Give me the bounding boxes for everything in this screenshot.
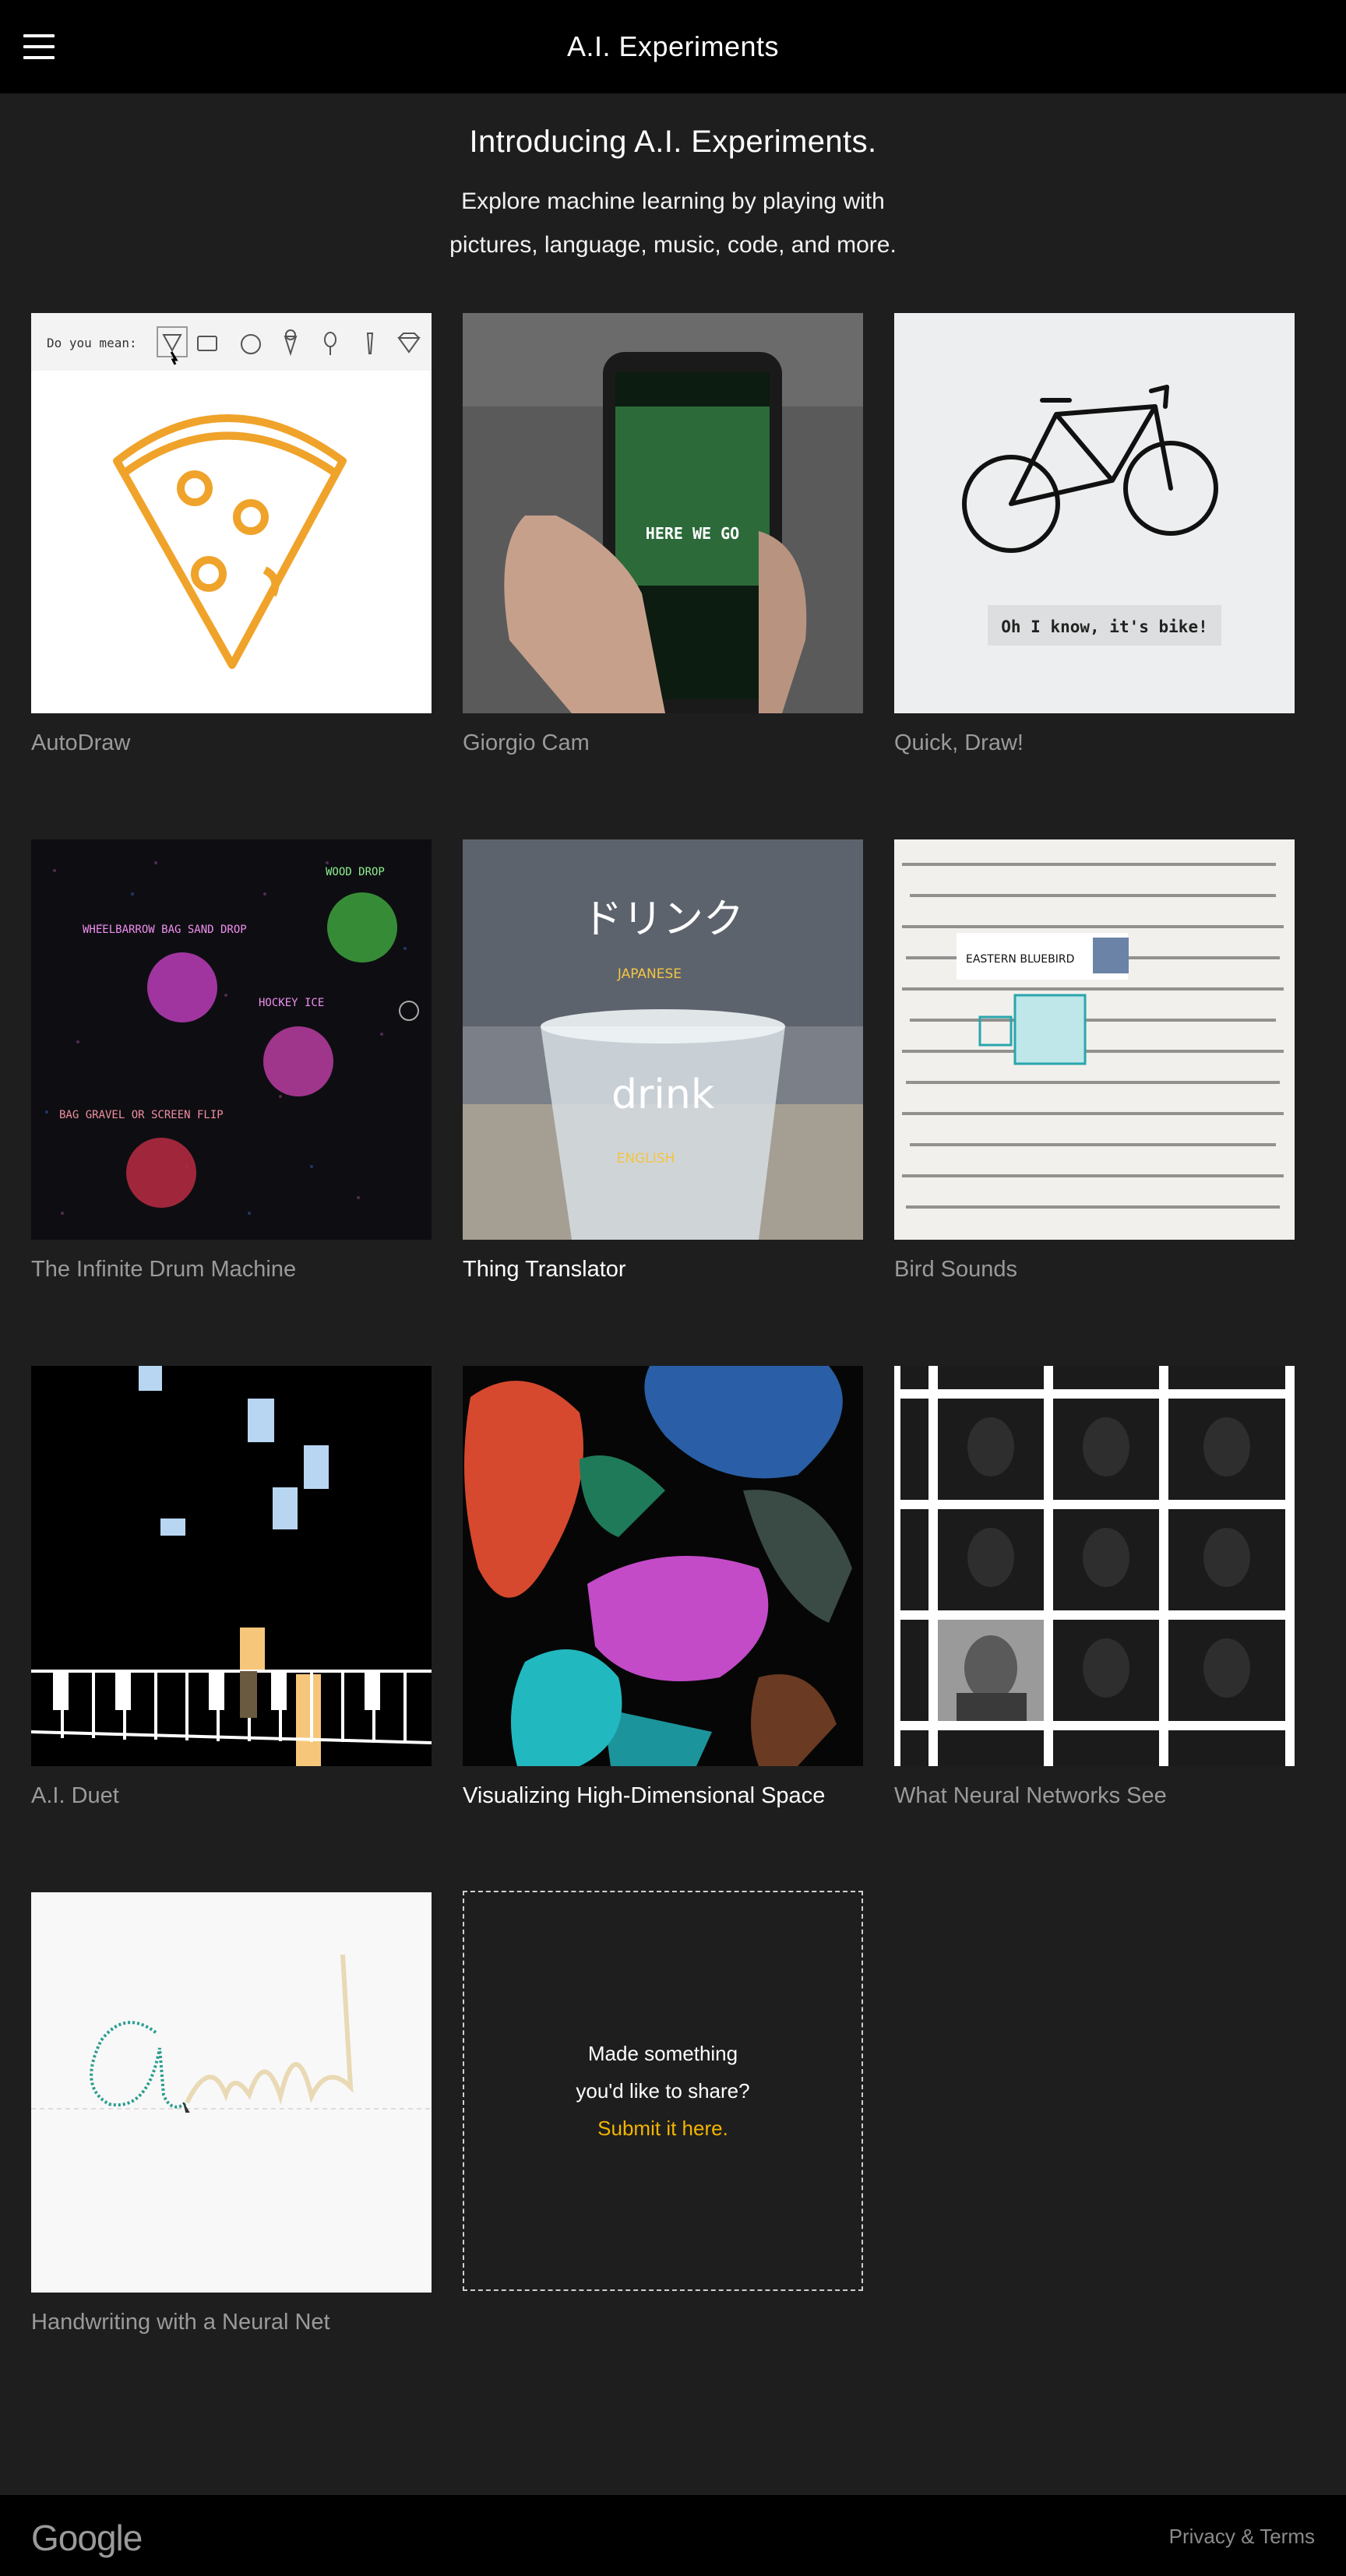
translator-word-jp: ドリンク [582,896,744,943]
experiment-card-what-neural-networks-see[interactable]: What Neural Networks See [894,1366,1295,1809]
submit-line-1: Made something [587,2042,738,2065]
experiment-card-bird-sounds[interactable]: EASTERN BLUEBIRD Bird Sounds [894,839,1295,1283]
submit-link[interactable]: Submit it here. [597,2110,728,2147]
hamburger-menu-icon[interactable] [23,34,55,59]
experiment-card-autodraw[interactable]: Do you mean: AutoDraw [31,313,432,756]
drum-label: BAG GRAVEL OR SCREEN FLIP [59,1109,224,1121]
high-dimensional-space-thumbnail [463,1366,863,1766]
autodraw-prompt: Do you mean: [47,336,137,350]
experiment-card-thing-translator[interactable]: ドリンク JAPANESE drink ENGLISH Thing Transl… [463,839,863,1283]
experiment-title[interactable]: Visualizing High-Dimensional Space [463,1783,863,1809]
bird-sounds-thumbnail: EASTERN BLUEBIRD [894,839,1295,1240]
quick-draw-thumbnail: Oh I know, it's bike! [894,313,1295,713]
experiment-title[interactable]: AutoDraw [31,730,432,756]
autodraw-thumbnail: Do you mean: [31,313,432,713]
experiment-title[interactable]: Bird Sounds [894,1257,1295,1283]
translator-lang-en: ENGLISH [617,1151,675,1167]
experiment-card-handwriting-neural-net[interactable]: Handwriting with a Neural Net [31,1892,432,2335]
neural-networks-see-thumbnail [894,1366,1295,1766]
translator-word-en: drink [611,1072,714,1118]
intro-line-2: pictures, language, music, code, and mor… [449,232,897,258]
experiment-title[interactable]: Giorgio Cam [463,730,863,756]
experiment-card-visualizing-high-dimensional-space[interactable]: Visualizing High-Dimensional Space [463,1366,863,1809]
footer: Google Privacy & Terms [0,2495,1346,2576]
experiment-card-ai-duet[interactable]: A.I. Duet [31,1366,432,1809]
experiment-title[interactable]: A.I. Duet [31,1783,432,1809]
submit-line-2: you'd like to share? [576,2079,750,2103]
experiment-title[interactable]: What Neural Networks See [894,1783,1295,1809]
intro-section: Introducing A.I. Experiments. Explore ma… [0,125,1346,267]
experiment-title[interactable]: Handwriting with a Neural Net [31,2310,432,2335]
google-logo[interactable]: Google [31,2517,143,2559]
app-title: A.I. Experiments [566,30,780,62]
giorgio-cam-phone-text: HERE WE GO [646,524,739,543]
experiment-title[interactable]: The Infinite Drum Machine [31,1257,432,1283]
giorgio-cam-thumbnail: HERE WE GO [463,313,863,713]
privacy-terms-link[interactable]: Privacy & Terms [1169,2525,1315,2549]
drum-label: WHEELBARROW BAG SAND DROP [83,924,247,936]
intro-line-1: Explore machine learning by playing with [461,188,885,214]
translator-lang-jp: JAPANESE [617,966,682,982]
experiment-title[interactable]: Quick, Draw! [894,730,1295,756]
quick-draw-bubble: Oh I know, it's bike! [1001,618,1208,636]
thing-translator-thumbnail: ドリンク JAPANESE drink ENGLISH [463,839,863,1240]
bird-label: EASTERN BLUEBIRD [966,953,1074,966]
handwriting-thumbnail [31,1892,432,2293]
ai-duet-thumbnail [31,1366,432,1766]
experiment-title[interactable]: Thing Translator [463,1257,863,1283]
drum-label: WOOD DROP [326,866,385,878]
infinite-drum-machine-thumbnail: WOOD DROP WHEELBARROW BAG SAND DROP HOCK… [31,839,432,1240]
experiment-card-giorgio-cam[interactable]: HERE WE GO Giorgio Cam [463,313,863,756]
top-bar: A.I. Experiments [0,0,1346,93]
experiment-card-quick-draw[interactable]: Oh I know, it's bike! Quick, Draw! [894,313,1295,756]
drum-label: HOCKEY ICE [259,997,324,1009]
experiment-card-infinite-drum-machine[interactable]: WOOD DROP WHEELBARROW BAG SAND DROP HOCK… [31,839,432,1283]
submit-experiment-box: Made something you'd like to share? Subm… [463,1891,863,2291]
intro-heading: Introducing A.I. Experiments. [469,125,877,159]
